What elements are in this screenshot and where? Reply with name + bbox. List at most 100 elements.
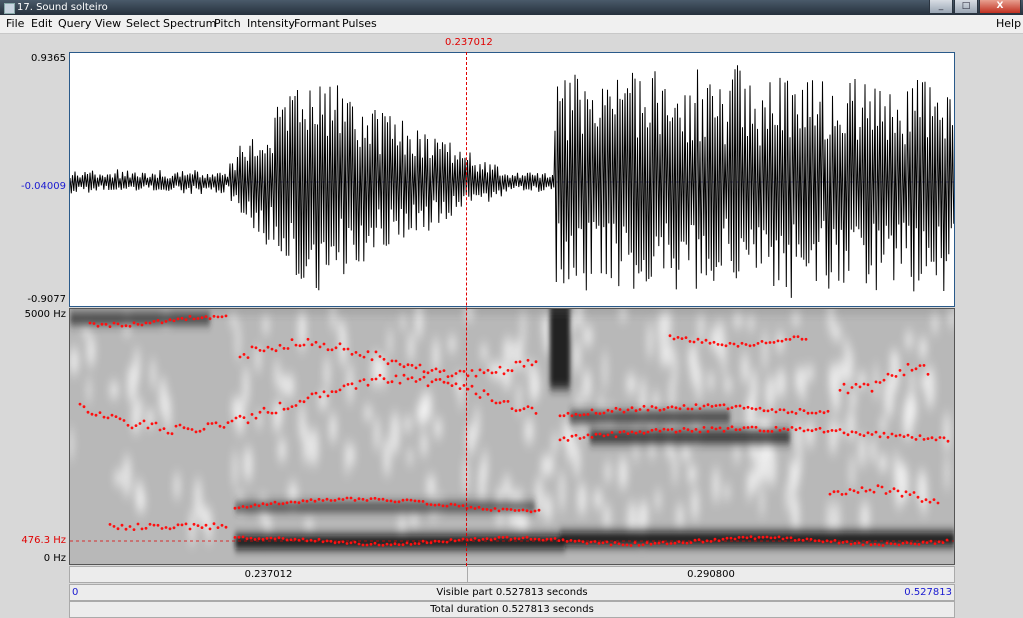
menu-file[interactable]: File (6, 17, 24, 30)
wave-center-label: -0.04009 (21, 181, 66, 192)
formant-point (708, 341, 712, 345)
formant-point (494, 401, 498, 405)
formant-point (88, 321, 92, 325)
formant-point (928, 500, 932, 504)
menu-edit[interactable]: Edit (31, 17, 52, 30)
waveform-panel[interactable] (69, 52, 955, 307)
formant-point (210, 422, 214, 425)
formant-point (470, 369, 474, 372)
formant-point (361, 497, 365, 501)
spec-bottom-label: 0 Hz (43, 553, 66, 564)
menu-intensity[interactable]: Intensity (247, 17, 295, 30)
formant-point (237, 506, 241, 510)
formant-point (810, 411, 814, 415)
formant-point (501, 536, 505, 539)
formant-point (382, 377, 386, 381)
formant-point (768, 341, 772, 344)
minimize-button[interactable]: _ (929, 0, 953, 14)
formant-point (94, 413, 98, 417)
menu-help[interactable]: Help (996, 17, 1021, 30)
formant-point (698, 407, 702, 410)
close-button[interactable]: X (979, 0, 1021, 14)
formant-point (365, 499, 369, 502)
formant-point (641, 543, 645, 547)
formant-point (168, 318, 172, 322)
formant-point (253, 503, 257, 507)
formant-point (776, 339, 780, 343)
formant-point (629, 544, 633, 547)
formant-point (186, 427, 190, 431)
formant-point (773, 536, 777, 540)
formant-point (282, 347, 286, 350)
formant-point (562, 414, 566, 418)
formant-point (878, 381, 882, 384)
formant-point (941, 541, 945, 544)
formant-point (204, 523, 208, 527)
menu-pulses[interactable]: Pulses (342, 17, 377, 30)
menu-pitch[interactable]: Pitch (214, 17, 241, 30)
formant-point (124, 527, 128, 531)
menu-select[interactable]: Select (126, 17, 160, 30)
formant-point (366, 350, 370, 354)
formant-point (321, 540, 325, 544)
formant-point (826, 430, 830, 433)
formant-point (670, 405, 674, 409)
formant-point (198, 429, 202, 433)
formant-point (230, 419, 234, 423)
formant-point (498, 365, 502, 369)
formant-point (926, 372, 930, 376)
formant-point (684, 336, 688, 339)
formant-point (870, 433, 874, 436)
formant-point (864, 489, 868, 493)
formant-point (886, 435, 890, 439)
formant-point (745, 536, 749, 540)
formant-point (405, 498, 409, 502)
menu-query[interactable]: Query (58, 17, 91, 30)
formant-point (574, 412, 578, 416)
formant-point (82, 405, 86, 409)
total-duration-bar[interactable]: Total duration 0.527813 seconds (69, 601, 955, 618)
left-segment[interactable]: 0.237012 (70, 567, 468, 582)
formant-point (338, 342, 342, 346)
formant-point (497, 535, 501, 539)
formant-point (618, 430, 622, 434)
formant-point (285, 501, 289, 505)
formant-point (650, 405, 654, 408)
formant-point (561, 538, 565, 541)
formant-point (742, 406, 746, 410)
spectrogram-panel[interactable] (69, 308, 955, 565)
formant-point (677, 540, 681, 544)
formant-point (393, 542, 397, 546)
formant-point (394, 374, 398, 378)
menu-view[interactable]: View (95, 17, 121, 30)
formant-point (262, 349, 266, 353)
formant-point (442, 369, 446, 372)
formant-point (696, 337, 700, 341)
formant-point (277, 536, 281, 540)
formant-point (245, 537, 249, 541)
formant-point (342, 347, 346, 351)
formant-point (250, 413, 254, 416)
formant-point (458, 369, 462, 373)
formant-point (377, 497, 381, 501)
formant-point (945, 538, 949, 542)
formant-point (253, 538, 257, 541)
visible-part-bar[interactable]: 0 Visible part 0.527813 seconds 0.527813 (69, 584, 955, 601)
formant-point (822, 430, 826, 434)
formant-point (818, 426, 822, 430)
formant-point (461, 504, 465, 507)
formant-point (525, 509, 529, 513)
formant-point (625, 543, 629, 547)
formant-point (577, 539, 581, 543)
formant-point (152, 523, 156, 527)
menu-spectrum[interactable]: Spectrum (163, 17, 216, 30)
formant-point (829, 540, 833, 544)
maximize-button[interactable]: □ (954, 0, 978, 14)
formant-point (98, 411, 102, 414)
formant-point (877, 543, 881, 547)
right-segment[interactable]: 0.290800 (468, 567, 954, 582)
menu-formant[interactable]: Formant (294, 17, 340, 30)
formant-point (934, 438, 938, 442)
formant-point (334, 346, 338, 350)
formant-point (188, 527, 192, 531)
